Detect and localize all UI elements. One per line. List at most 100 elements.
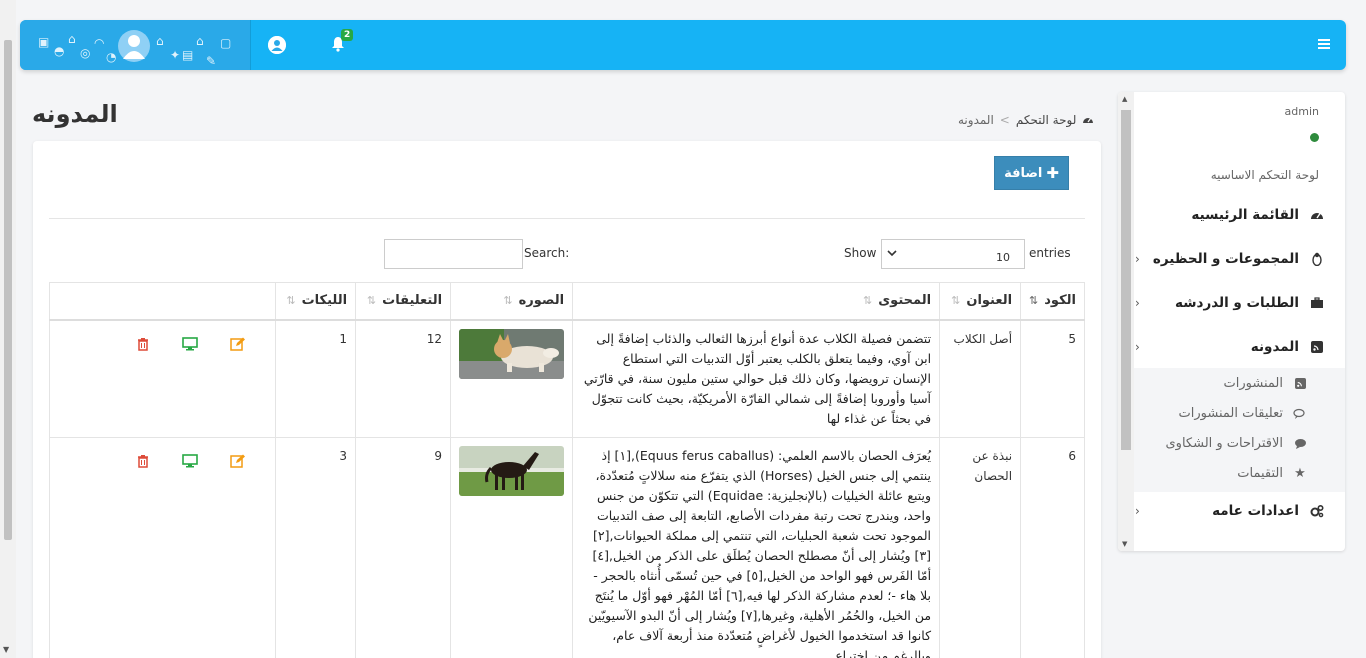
delete-icon[interactable] <box>132 454 150 472</box>
post-image-cell <box>450 319 574 438</box>
delete-icon[interactable] <box>132 337 150 355</box>
pet-pattern-icon: ◠ <box>94 36 105 50</box>
sort-asc-icon: ⇅ <box>1029 294 1039 308</box>
comments-icon <box>1293 407 1307 421</box>
chevron-left-icon: ‹ <box>1135 296 1140 310</box>
scroll-down-arrow-icon[interactable]: ▼ <box>3 645 9 654</box>
divider <box>49 218 1085 219</box>
post-title: أصل الكلاب <box>939 319 1022 438</box>
sidebar-item-label: القائمة الرئيسيه <box>1191 207 1299 223</box>
post-actions <box>48 436 277 658</box>
entries-label: entries <box>1029 246 1071 260</box>
sidebar-item-label: الطلبات و الدردشه <box>1175 295 1299 311</box>
sidebar-scrollbar-thumb[interactable] <box>1121 110 1131 450</box>
column-header-actions <box>48 282 277 321</box>
horse-photo <box>459 445 565 496</box>
column-header-likes[interactable]: الليكات⇅ <box>275 282 357 321</box>
add-button-label: اضافة <box>1004 165 1043 181</box>
post-title: نبذة عن الحصان <box>939 436 1022 658</box>
post-likes-count: 1 <box>275 319 357 438</box>
breadcrumb-separator: > <box>999 113 1010 127</box>
dashboard-icon <box>1083 118 1094 123</box>
column-header-code[interactable]: الكود⇅ <box>1020 282 1085 321</box>
view-desktop-icon[interactable] <box>180 336 198 355</box>
edit-icon[interactable] <box>228 337 246 355</box>
sidebar-subitem-posts[interactable]: المنشورات <box>1224 376 1307 391</box>
page-length-select[interactable]: 10 <box>881 239 1025 269</box>
sidebar-item-label: اعدادات عامه <box>1212 503 1299 519</box>
comment-icon <box>1293 437 1307 451</box>
pet-pattern-icon: ⌂ <box>156 34 164 48</box>
star-icon: ★ <box>1294 466 1306 481</box>
column-header-title[interactable]: العنوان⇅ <box>939 282 1022 321</box>
column-header-image[interactable]: الصوره⇅ <box>450 282 574 321</box>
view-desktop-icon[interactable] <box>180 453 198 472</box>
top-navbar: ▣ ◓ ⌂ ◎ ◠ ◔ ⌂ ✦ ▤ ⌂ ✎ ▢ 2 <box>20 20 1346 70</box>
sidebar-subitem-label: الاقتراحات و الشكاوى <box>1165 436 1284 451</box>
sidebar-subitem-post-comments[interactable]: تعليقات المنشورات <box>1179 406 1307 421</box>
sidebar-item-main-menu[interactable]: القائمة الرئيسيه <box>1135 205 1325 225</box>
edit-icon[interactable] <box>228 454 246 472</box>
sidebar-username: admin <box>1284 105 1319 118</box>
rss-square-icon <box>1293 377 1307 391</box>
linux-icon <box>1309 251 1325 267</box>
sidebar-subitem-ratings[interactable]: ★ التقيمات <box>1237 466 1307 481</box>
sidebar-subitem-label: تعليقات المنشورات <box>1178 406 1283 421</box>
hamburger-icon[interactable] <box>1318 39 1330 51</box>
sidebar-subitem-suggestions[interactable]: الاقتراحات و الشكاوى <box>1166 436 1308 451</box>
column-header-content[interactable]: المحتوى⇅ <box>572 282 941 321</box>
online-status-dot <box>1310 133 1319 142</box>
sidebar: ▲ ▼ admin لوحة التحكم الاساسيه القائمة ا… <box>1118 92 1345 551</box>
post-comments-count: 9 <box>355 436 452 658</box>
post-code: 5 <box>1020 319 1085 438</box>
chevron-left-icon: ‹ <box>1135 252 1140 266</box>
page-title: المدونه <box>32 100 118 128</box>
plus-icon: ✚ <box>1046 164 1059 182</box>
navbar-divider <box>250 20 251 70</box>
pet-pattern-icon: ▤ <box>182 48 194 62</box>
chevron-left-icon: ‹ <box>1135 504 1140 518</box>
sidebar-item-general-settings[interactable]: اعدادات عامه ‹ <box>1135 501 1325 521</box>
dog-photo <box>459 328 565 379</box>
sort-icon: ⇅ <box>286 294 296 308</box>
table-header-row: الكود⇅ العنوان⇅ المحتوى⇅ الصوره⇅ التعليق… <box>48 282 1085 321</box>
user-icon[interactable] <box>268 36 286 54</box>
post-content: يُعرَف الحصان بالاسم العلمي: (Equus feru… <box>572 436 941 658</box>
page-length-value: 10 <box>996 251 1010 264</box>
pet-pattern-icon: ◓ <box>54 44 65 58</box>
briefcase-icon <box>1309 295 1325 311</box>
scroll-up-arrow-icon[interactable]: ▲ <box>1122 95 1127 103</box>
add-button[interactable]: ✚ اضافة <box>994 156 1069 190</box>
post-code: 6 <box>1020 436 1085 658</box>
sidebar-section-header: لوحة التحكم الاساسيه <box>1210 168 1319 182</box>
sidebar-item-blog[interactable]: المدونه ‹ <box>1135 337 1325 357</box>
sidebar-item-groups[interactable]: المجموعات و الحظيره ‹ <box>1135 249 1325 269</box>
sort-icon: ⇅ <box>863 294 873 308</box>
sidebar-scrollbar[interactable]: ▲ ▼ <box>1118 92 1134 551</box>
pet-pattern-icon: ▢ <box>220 36 232 50</box>
post-likes-count: 3 <box>275 436 357 658</box>
sidebar-item-orders-chat[interactable]: الطلبات و الدردشه ‹ <box>1135 293 1325 313</box>
breadcrumb-home-link[interactable]: لوحة التحكم <box>1016 113 1077 127</box>
chevron-down-icon <box>887 250 897 257</box>
cogs-icon <box>1309 503 1325 519</box>
rss-icon <box>1309 339 1325 355</box>
search-label: Search: <box>524 246 570 260</box>
table-row: 5 أصل الكلاب تتضمن فصيلة الكلاب عدة أنوا… <box>48 319 1085 438</box>
page-scrollbar-thumb[interactable] <box>4 40 12 540</box>
post-actions <box>48 319 277 438</box>
sidebar-subitem-label: المنشورات <box>1223 376 1283 391</box>
sort-icon: ⇅ <box>366 294 377 308</box>
pet-pattern-icon: ⌂ <box>196 34 204 48</box>
show-label: Show <box>844 246 877 260</box>
scroll-down-arrow-icon[interactable]: ▼ <box>1122 540 1127 548</box>
pet-pattern-icon: ◔ <box>106 50 117 64</box>
pet-pattern-icon: ✦ <box>170 48 181 62</box>
page-scrollbar[interactable]: ▼ <box>0 0 16 658</box>
brand-logo[interactable]: ▣ ◓ ⌂ ◎ ◠ ◔ ⌂ ✦ ▤ ⌂ ✎ ▢ <box>20 20 250 70</box>
sort-icon: ⇅ <box>503 294 513 308</box>
breadcrumb: لوحة التحكم > المدونه <box>958 113 1094 127</box>
column-header-comments[interactable]: التعليقات⇅ <box>355 282 452 321</box>
search-input[interactable] <box>384 239 523 269</box>
post-content: تتضمن فصيلة الكلاب عدة أنواع أبرزها الثع… <box>572 319 941 438</box>
